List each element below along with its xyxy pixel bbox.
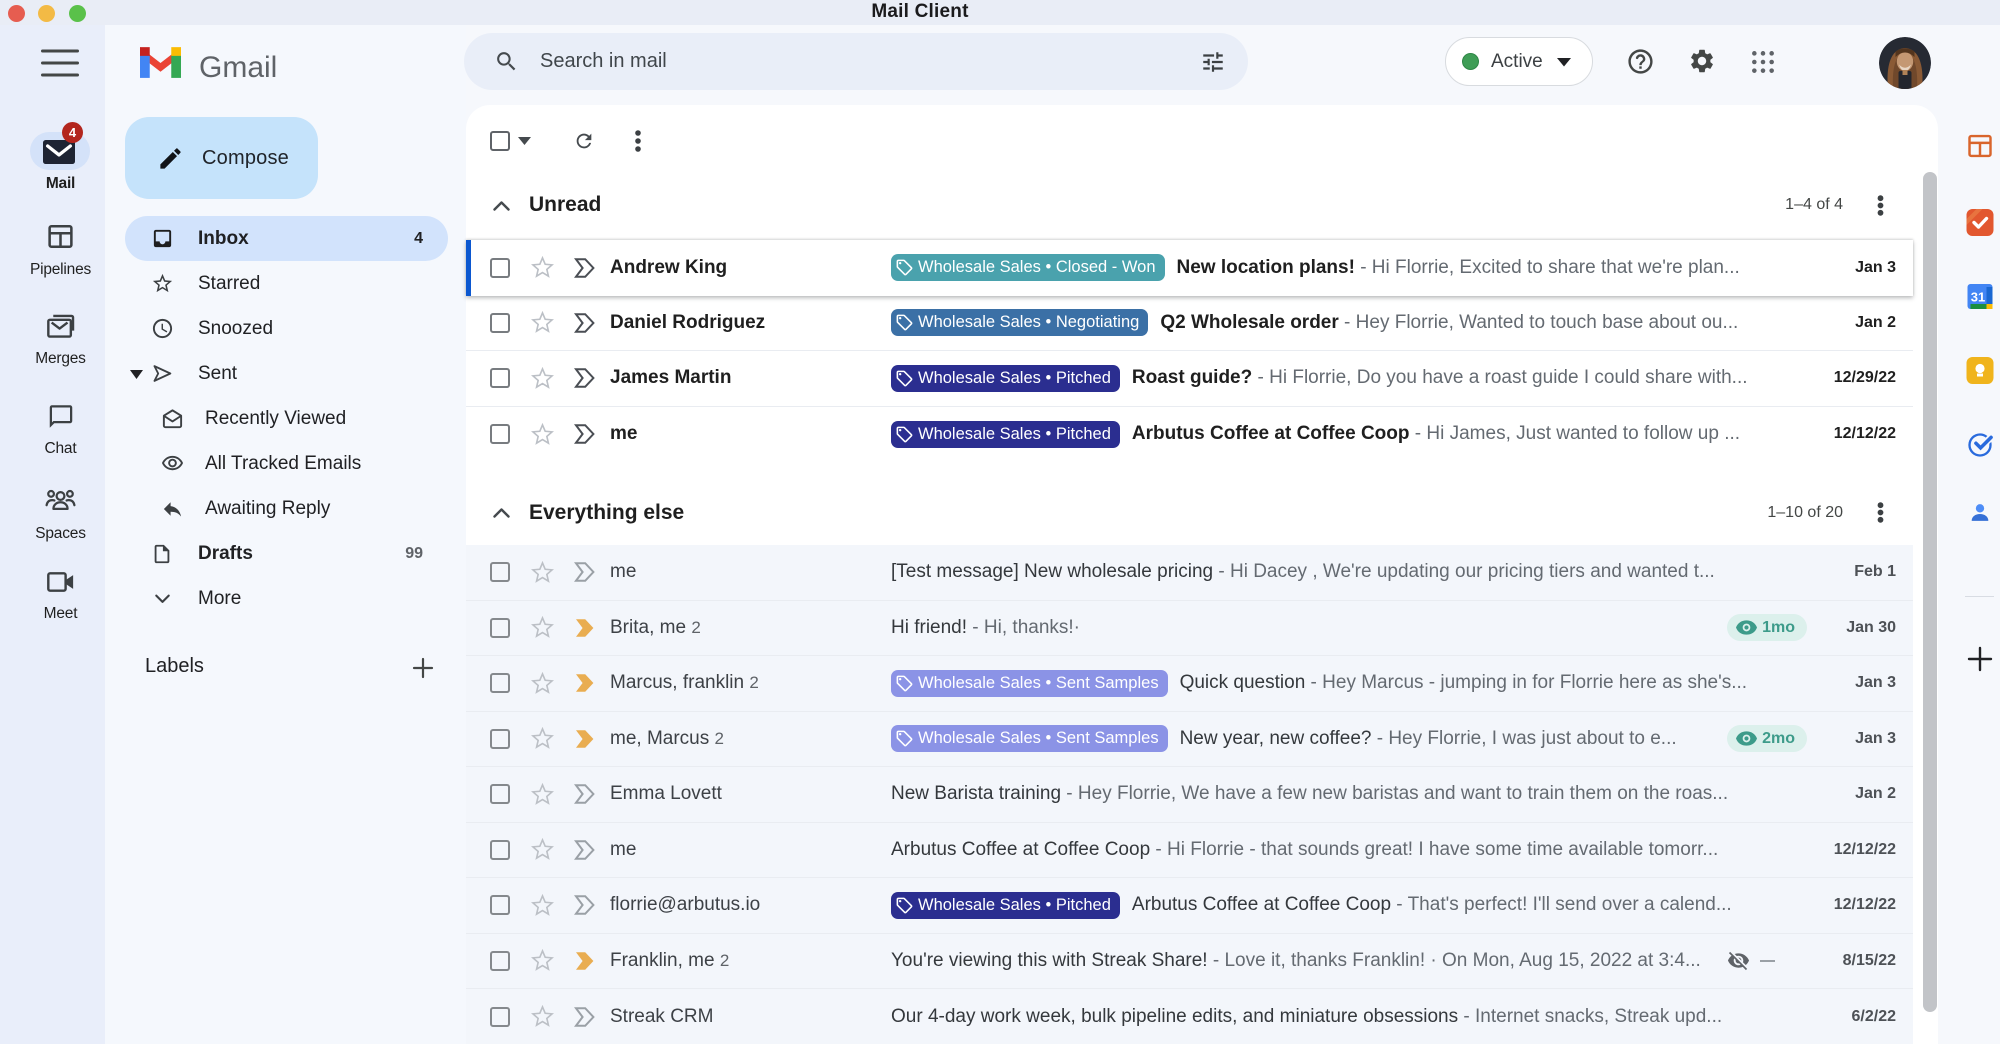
svg-text:31: 31 xyxy=(1971,290,1985,305)
